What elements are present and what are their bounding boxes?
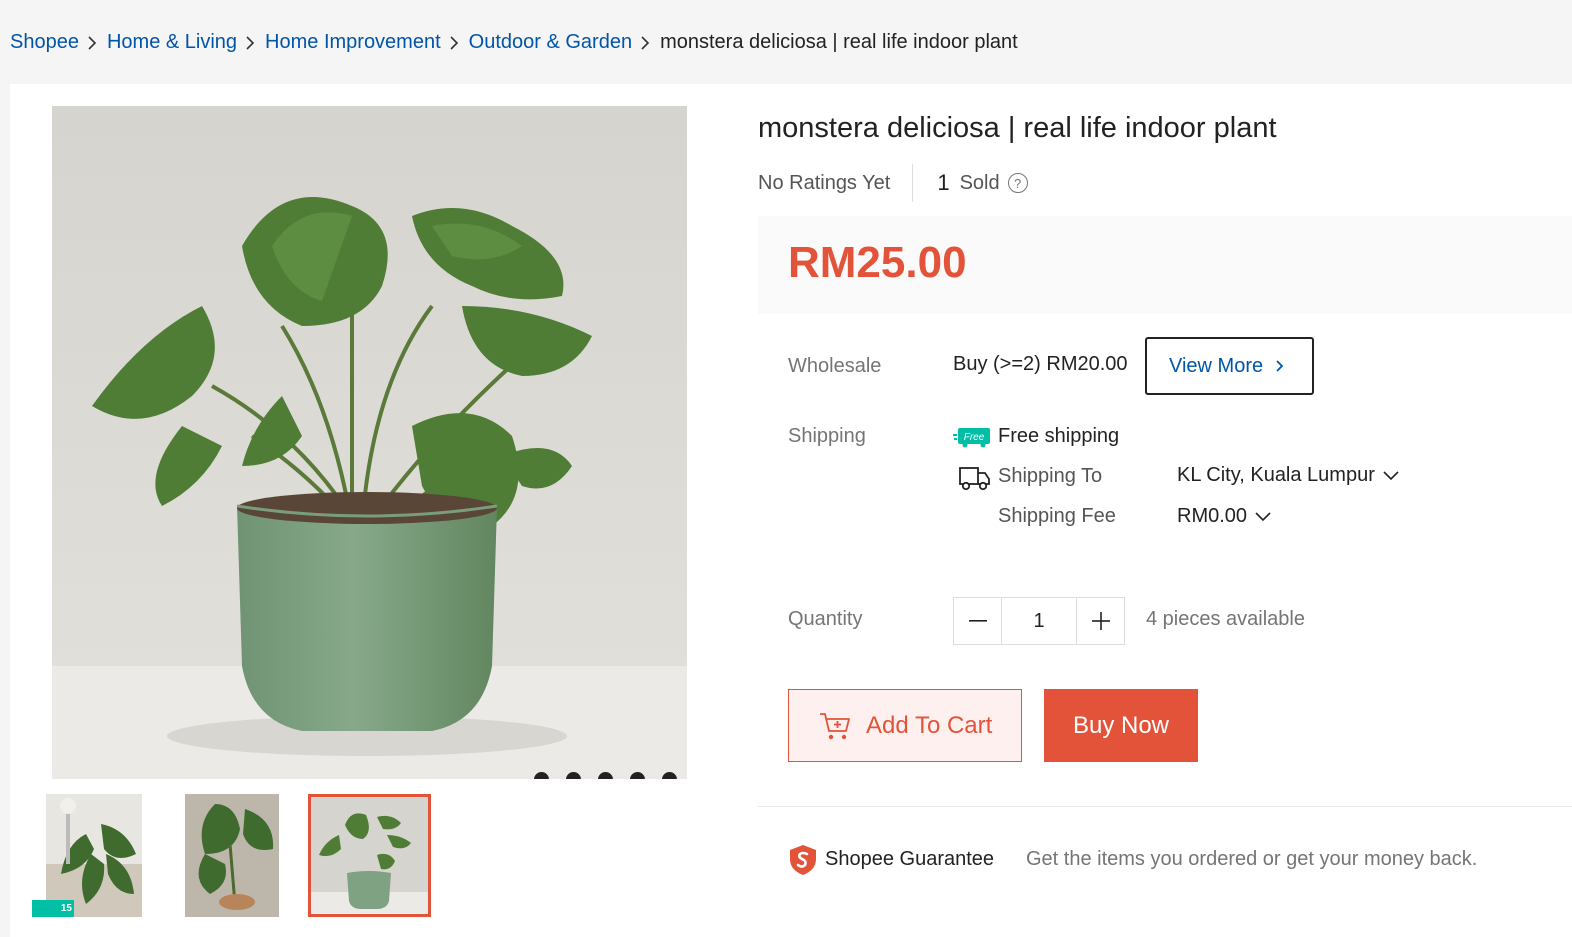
chevron-right-icon bbox=[634, 32, 658, 52]
shipping-fee-select[interactable]: RM0.00 bbox=[1177, 505, 1271, 528]
add-to-cart-button[interactable]: Add To Cart bbox=[788, 689, 1022, 762]
quantity-stepper: 1 bbox=[953, 597, 1125, 645]
increase-quantity-button[interactable] bbox=[1077, 598, 1124, 644]
shipping-to-label: Shipping To bbox=[998, 465, 1103, 487]
thumbnail-3-selected[interactable] bbox=[308, 794, 431, 917]
sold-label: Sold bbox=[959, 171, 1000, 194]
free-shipping-badge: 15 bbox=[32, 900, 74, 917]
shipping-label: Shipping bbox=[788, 425, 866, 447]
chevron-right-icon bbox=[239, 32, 263, 52]
free-badge-text: Free bbox=[964, 432, 985, 443]
carousel-dot[interactable] bbox=[534, 772, 549, 779]
sold-count: 1 bbox=[937, 170, 950, 195]
buy-now-label: Buy Now bbox=[1072, 711, 1170, 739]
image-carousel-dots[interactable] bbox=[534, 772, 687, 779]
thumbnail-2[interactable] bbox=[185, 794, 279, 917]
divider bbox=[912, 164, 914, 202]
breadcrumb-link-home-improvement[interactable]: Home Improvement bbox=[265, 31, 441, 54]
product-title: monstera deliciosa | real life indoor pl… bbox=[758, 112, 1277, 144]
carousel-dot[interactable] bbox=[662, 772, 677, 779]
wholesale-tier: Buy (>=2) RM20.00 bbox=[953, 353, 1128, 375]
product-price: RM25.00 bbox=[788, 238, 967, 287]
shipping-fee-label: Shipping Fee bbox=[998, 505, 1116, 527]
truck-icon bbox=[959, 467, 990, 491]
ratings-status: No Ratings Yet bbox=[758, 171, 891, 194]
breadcrumb-link-shopee[interactable]: Shopee bbox=[10, 31, 79, 54]
view-more-button[interactable]: View More bbox=[1145, 337, 1314, 395]
chevron-right-icon bbox=[1276, 360, 1284, 372]
chevron-right-icon bbox=[443, 32, 467, 52]
carousel-dot[interactable] bbox=[630, 772, 645, 779]
stock-available: 4 pieces available bbox=[1146, 608, 1305, 630]
plus-icon bbox=[1091, 612, 1110, 630]
badge-text: 15 bbox=[60, 903, 72, 914]
breadcrumb-link-home-living[interactable]: Home & Living bbox=[107, 31, 237, 54]
buy-now-button[interactable]: Buy Now bbox=[1044, 689, 1198, 762]
shipping-fee-value: RM0.00 bbox=[1177, 505, 1248, 527]
chevron-down-icon bbox=[1383, 470, 1399, 480]
thumbnail-1[interactable] bbox=[46, 794, 142, 917]
price-box: RM25.00 bbox=[758, 216, 1572, 314]
shield-icon bbox=[790, 845, 816, 875]
chevron-right-icon bbox=[81, 32, 105, 52]
breadcrumb-link-outdoor-garden[interactable]: Outdoor & Garden bbox=[469, 31, 632, 54]
breadcrumb: Shopee Home & Living Home Improvement Ou… bbox=[10, 28, 1018, 56]
quantity-label: Quantity bbox=[788, 608, 863, 630]
view-more-label: View More bbox=[1169, 354, 1264, 377]
ratings-row: No Ratings Yet 1 Sold ? bbox=[758, 163, 1028, 203]
breadcrumb-current: monstera deliciosa | real life indoor pl… bbox=[660, 30, 1018, 53]
cart-icon bbox=[820, 712, 850, 739]
shipping-location-value: KL City, Kuala Lumpur bbox=[1177, 464, 1375, 486]
wholesale-label: Wholesale bbox=[788, 355, 882, 377]
main-product-image[interactable] bbox=[52, 106, 687, 779]
decrease-quantity-button[interactable] bbox=[954, 598, 1001, 644]
add-to-cart-label: Add To Cart bbox=[866, 711, 993, 739]
minus-icon bbox=[968, 620, 987, 622]
carousel-dot[interactable] bbox=[566, 772, 581, 779]
carousel-dot[interactable] bbox=[598, 772, 613, 779]
section-divider bbox=[758, 806, 1572, 807]
guarantee-description: Get the items you ordered or get your mo… bbox=[1026, 848, 1478, 870]
free-shipping-icon: Free bbox=[953, 428, 990, 448]
help-icon[interactable]: ? bbox=[1007, 173, 1028, 193]
chevron-down-icon bbox=[1255, 511, 1271, 521]
quantity-input[interactable]: 1 bbox=[1001, 598, 1077, 644]
free-shipping-text: Free shipping bbox=[998, 425, 1120, 447]
shipping-location-select[interactable]: KL City, Kuala Lumpur bbox=[1177, 464, 1399, 487]
guarantee-title[interactable]: Shopee Guarantee bbox=[825, 848, 994, 871]
